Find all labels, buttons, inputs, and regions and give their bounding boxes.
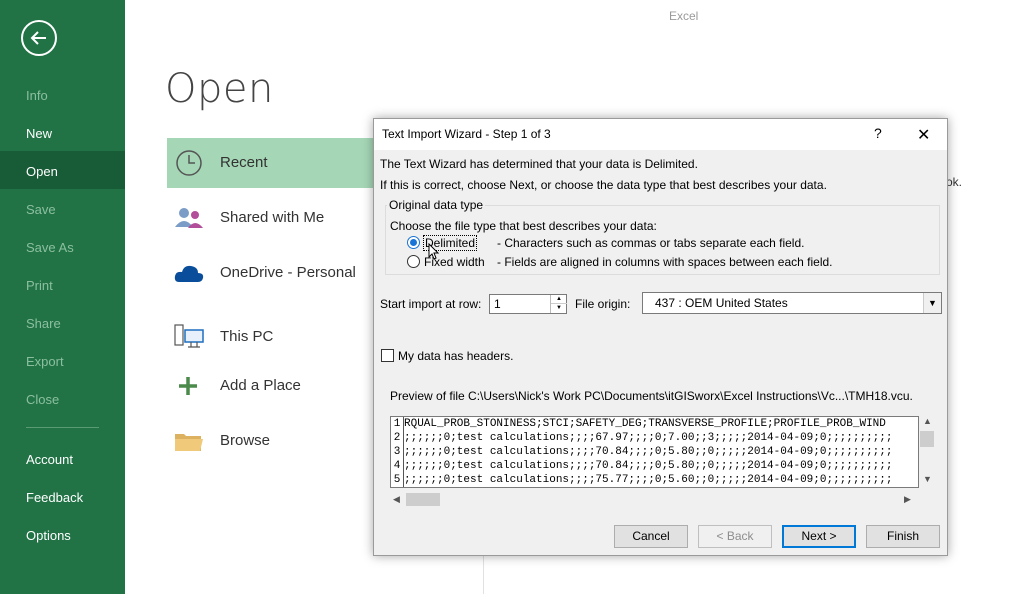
back-button[interactable] xyxy=(21,20,57,56)
intro-line-1: The Text Wizard has determined that your… xyxy=(380,157,698,171)
nav-feedback[interactable]: Feedback xyxy=(26,490,83,505)
preview-row-text: ;;;;;;0;test calculations;;;;67.97;;;;0;… xyxy=(404,432,893,444)
nav-options[interactable]: Options xyxy=(26,528,71,543)
place-add[interactable]: Add a Place xyxy=(167,361,377,411)
preview-row-text: RQUAL_PROB_STONINESS;STCI;SAFETY_DEG;TRA… xyxy=(404,418,886,430)
nav-save-as[interactable]: Save As xyxy=(26,240,74,255)
headers-checkbox-label[interactable]: My data has headers. xyxy=(398,349,513,363)
nav-close[interactable]: Close xyxy=(26,392,59,407)
dialog-title: Text Import Wizard - Step 1 of 3 xyxy=(382,127,551,141)
dialog-titlebar: Text Import Wizard - Step 1 of 3 ? ✕ xyxy=(374,119,947,150)
back-button-disabled[interactable]: < Back xyxy=(698,525,772,548)
radio-fixed-width-desc: - Fields are aligned in columns with spa… xyxy=(497,255,833,269)
vertical-scroll-thumb[interactable] xyxy=(920,431,934,447)
people-icon xyxy=(175,208,203,228)
scroll-up-icon[interactable]: ▲ xyxy=(923,416,932,426)
file-origin-label: File origin: xyxy=(575,297,631,311)
preview-row: 1 RQUAL_PROB_STONINESS;STCI;SAFETY_DEG;TR… xyxy=(391,417,918,431)
cloud-icon xyxy=(174,265,204,282)
nav-share[interactable]: Share xyxy=(26,316,61,331)
file-origin-select[interactable]: 437 : OEM United States ▼ xyxy=(642,292,942,314)
text-import-wizard-dialog: Text Import Wizard - Step 1 of 3 ? ✕ The… xyxy=(373,118,948,556)
preview-row-number: 4 xyxy=(391,459,404,473)
help-button[interactable]: ? xyxy=(874,125,882,141)
start-row-stepper[interactable]: 1 ▲ ▼ xyxy=(489,294,567,314)
arrow-left-icon xyxy=(30,31,46,45)
preview-row: 3 ;;;;;;0;test calculations;;;;70.84;;;;0… xyxy=(391,445,918,459)
background-text: ok. xyxy=(946,175,963,189)
preview-row-text: ;;;;;;0;test calculations;;;;75.77;;;;0;… xyxy=(404,474,893,486)
place-label: Shared with Me xyxy=(220,209,325,226)
folder-icon xyxy=(175,434,203,451)
group-label: Original data type xyxy=(387,198,486,212)
place-recent[interactable]: Recent xyxy=(167,138,377,188)
nav-info[interactable]: Info xyxy=(26,88,48,103)
preview-row-number: 1 xyxy=(391,417,404,431)
place-label: This PC xyxy=(220,328,274,345)
close-icon[interactable]: ✕ xyxy=(917,125,930,145)
nav-save[interactable]: Save xyxy=(26,202,56,217)
radio-fixed-width-label[interactable]: Fixed width xyxy=(424,255,485,269)
headers-checkbox[interactable] xyxy=(381,349,394,362)
page-title: Open xyxy=(165,66,274,112)
cancel-button[interactable]: Cancel xyxy=(614,525,688,548)
app-title: Excel xyxy=(669,9,699,23)
clock-icon xyxy=(176,150,202,176)
place-label: OneDrive - Personal xyxy=(220,264,356,281)
preview-row-number: 5 xyxy=(391,473,404,487)
stepper-up-icon[interactable]: ▲ xyxy=(551,295,567,304)
file-origin-value: 437 : OEM United States xyxy=(655,296,788,310)
nav-account[interactable]: Account xyxy=(26,452,73,467)
nav-export[interactable]: Export xyxy=(26,354,64,369)
nav-print[interactable]: Print xyxy=(26,278,53,293)
finish-button[interactable]: Finish xyxy=(866,525,940,548)
intro-line-2: If this is correct, choose Next, or choo… xyxy=(380,178,827,192)
file-preview[interactable]: 1 RQUAL_PROB_STONINESS;STCI;SAFETY_DEG;TR… xyxy=(390,416,919,488)
preview-row: 4 ;;;;;;0;test calculations;;;;70.84;;;;0… xyxy=(391,459,918,473)
backstage-sidebar: Info New Open Save Save As Print Share E… xyxy=(0,0,125,594)
stepper-buttons: ▲ ▼ xyxy=(550,295,567,313)
next-button[interactable]: Next > xyxy=(782,525,856,548)
nav-divider xyxy=(26,427,99,428)
scroll-right-icon[interactable]: ▶ xyxy=(904,494,911,505)
radio-fixed-width[interactable] xyxy=(407,255,420,268)
place-this-pc[interactable]: This PC xyxy=(167,312,377,362)
preview-row-text: ;;;;;;0;test calculations;;;;70.84;;;;0;… xyxy=(404,460,893,472)
chevron-down-icon[interactable]: ▼ xyxy=(923,293,941,313)
scroll-down-icon[interactable]: ▼ xyxy=(923,474,932,484)
preview-label: Preview of file C:\Users\Nick's Work PC\… xyxy=(390,389,913,403)
nav-open[interactable]: Open xyxy=(26,164,58,179)
nav-selected-highlight xyxy=(0,151,125,189)
preview-row: 2 ;;;;;;0;test calculations;;;;67.97;;;;0… xyxy=(391,431,918,445)
preview-row-number: 3 xyxy=(391,445,404,459)
start-row-value[interactable]: 1 xyxy=(494,297,501,311)
scroll-left-icon[interactable]: ◀ xyxy=(393,494,400,505)
nav-new[interactable]: New xyxy=(26,126,52,141)
preview-row-number: 2 xyxy=(391,431,404,445)
place-label: Browse xyxy=(220,432,271,449)
computer-icon xyxy=(174,324,204,348)
preview-horizontal-scrollbar[interactable]: ◀ ▶ xyxy=(390,491,919,507)
preview-row: 5 ;;;;;;0;test calculations;;;;75.77;;;;0… xyxy=(391,473,918,487)
plus-icon xyxy=(179,377,197,395)
preview-vertical-scrollbar[interactable]: ▲ ▼ xyxy=(919,416,935,488)
preview-row-text: ;;;;;;0;test calculations;;;;70.84;;;;0;… xyxy=(404,446,893,458)
place-shared[interactable]: Shared with Me xyxy=(167,193,377,243)
horizontal-scroll-thumb[interactable] xyxy=(406,493,440,506)
place-label: Add a Place xyxy=(220,377,301,394)
stepper-down-icon[interactable]: ▼ xyxy=(551,304,567,313)
place-label: Recent xyxy=(220,154,268,171)
group-prompt: Choose the file type that best describes… xyxy=(390,219,657,233)
radio-delimited[interactable] xyxy=(407,236,420,249)
place-onedrive[interactable]: OneDrive - Personal xyxy=(167,248,377,298)
radio-delimited-desc: - Characters such as commas or tabs sepa… xyxy=(497,236,805,250)
place-browse[interactable]: Browse xyxy=(167,416,377,466)
start-row-label: Start import at row: xyxy=(380,297,482,311)
